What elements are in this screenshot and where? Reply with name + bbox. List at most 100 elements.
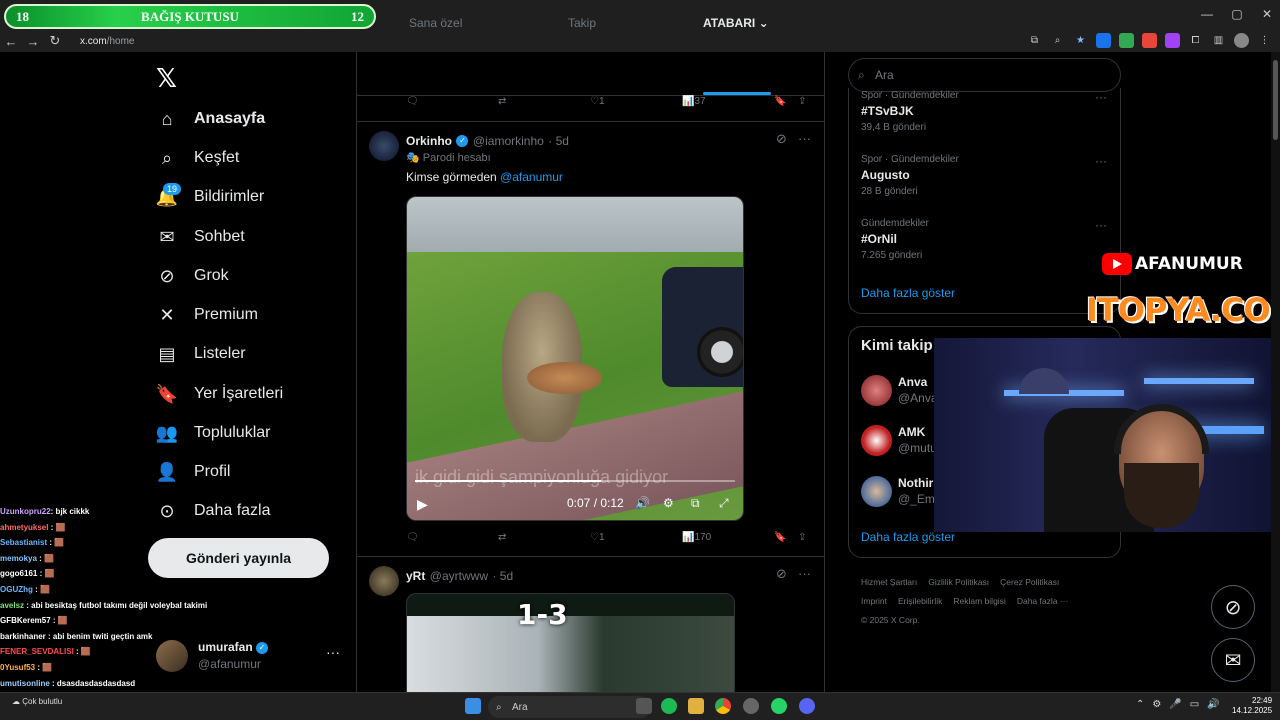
messages-fab-button[interactable]: ✉ — [1211, 638, 1255, 682]
mention-link[interactable]: @afanumur — [500, 170, 563, 184]
sidebar-item-home[interactable]: ⌂ Anasayfa — [156, 104, 266, 134]
reload-icon[interactable]: ↻ — [44, 33, 66, 49]
tab-atabari[interactable]: ATABARI ⌄ — [703, 16, 769, 30]
tab-for-you[interactable]: Sana özel — [409, 16, 462, 30]
extension-icon[interactable] — [1096, 33, 1111, 48]
reply-icon[interactable]: 🗨 — [406, 96, 419, 107]
minimize-icon[interactable]: — — [1192, 4, 1222, 24]
chrome-icon[interactable] — [715, 698, 731, 714]
extension-icon[interactable] — [1165, 33, 1180, 48]
whatsapp-icon[interactable] — [771, 698, 787, 714]
x-logo[interactable]: 𝕏 — [156, 63, 177, 94]
scrollbar[interactable] — [1271, 52, 1280, 692]
grok-fab-button[interactable]: ⊘ — [1211, 585, 1255, 629]
more-icon[interactable]: ··· — [798, 131, 811, 146]
sidebar-item-communities[interactable]: 👥 Topluluklar — [156, 418, 271, 448]
discord-icon[interactable] — [799, 698, 815, 714]
more-icon[interactable]: ··· — [798, 566, 811, 581]
settings-icon[interactable]: ⚙ — [663, 496, 674, 510]
trend-item[interactable]: Spor · Gündemdekiler #TSvBJK 39,4 B gönd… — [861, 90, 1111, 133]
post-author-handle[interactable]: @iamorkinho — [473, 134, 544, 148]
sidebar-item-lists[interactable]: ▤ Listeler — [156, 339, 245, 369]
footer-link[interactable]: Daha fazla ··· — [1017, 596, 1069, 606]
sidepanel-icon[interactable]: ▥ — [1211, 33, 1226, 48]
share-icon[interactable]: ⇪ — [798, 96, 806, 107]
footer-link[interactable]: Erişilebilirlik — [898, 596, 942, 606]
show-more-trends-link[interactable]: Daha fazla göster — [861, 286, 955, 300]
spotify-icon[interactable] — [661, 698, 677, 714]
search-input[interactable]: ⌕ Ara — [848, 58, 1121, 92]
avatar[interactable] — [369, 131, 399, 161]
maximize-icon[interactable]: ▢ — [1222, 4, 1252, 24]
post-author-name[interactable]: Orkinho — [406, 134, 452, 148]
post-author-handle[interactable]: @ayrtwww — [430, 569, 488, 583]
close-icon[interactable]: ✕ — [1252, 4, 1280, 24]
star-icon[interactable]: ★ — [1073, 33, 1088, 48]
trend-count: 7.265 gönderi — [861, 250, 923, 261]
play-icon[interactable]: ▶ — [417, 496, 428, 513]
more-icon[interactable]: ··· — [326, 644, 340, 660]
donation-title: BAĞIŞ KUTUSU — [141, 8, 239, 24]
views-button[interactable]: 📊 170 — [682, 532, 711, 543]
video-player[interactable]: ik gidi gidi şampiyonluğa gidiyor ▶ 0:07… — [406, 196, 744, 521]
sidebar-item-profile[interactable]: 👤 Profil — [156, 457, 231, 487]
like-button[interactable]: ♡ 1 — [590, 532, 605, 543]
trend-item[interactable]: Gündemdekiler #OrNil 7.265 gönderi ··· — [861, 218, 1111, 261]
menu-icon[interactable]: ⋮ — [1257, 33, 1272, 48]
pip-icon[interactable]: ⧉ — [691, 496, 700, 511]
forward-icon[interactable]: → — [22, 34, 44, 49]
volume-icon[interactable]: 🔊 — [635, 496, 650, 510]
task-view-icon[interactable] — [636, 698, 652, 714]
system-tray[interactable]: ⌃⚙🎤▭🔊 — [1136, 699, 1228, 710]
share-icon[interactable]: ⇪ — [798, 532, 806, 543]
avatar[interactable] — [369, 566, 399, 596]
extension-icon[interactable] — [1119, 33, 1134, 48]
bookmark-icon[interactable]: 🔖 — [774, 96, 786, 107]
taskbar-search[interactable]: ⌕ Ara — [488, 696, 651, 718]
clock[interactable]: 22:49 14.12.2025 — [1232, 696, 1272, 716]
scrollbar-thumb[interactable] — [1273, 60, 1278, 140]
puzzle-icon[interactable]: ⧠ — [1188, 33, 1203, 48]
app-icon[interactable] — [743, 698, 759, 714]
url-field[interactable]: x.com/home — [80, 36, 134, 47]
sidebar-item-grok[interactable]: ⊘ Grok — [156, 261, 228, 291]
folder-icon[interactable] — [688, 698, 704, 714]
grok-icon[interactable]: ⊘ — [776, 131, 787, 147]
search-icon: ⌕ — [858, 68, 865, 82]
reply-icon[interactable]: 🗨 — [406, 532, 419, 543]
back-icon[interactable]: ← — [0, 34, 22, 49]
bookmark-icon[interactable]: 🔖 — [774, 532, 786, 543]
grok-icon[interactable]: ⊘ — [776, 566, 787, 582]
extension-icon[interactable] — [1142, 33, 1157, 48]
zoom-icon[interactable]: ⌕ — [1050, 33, 1065, 48]
footer-link[interactable]: Gizlilik Politikası — [928, 577, 989, 587]
sidebar-item-bookmarks[interactable]: 🔖 Yer İşaretleri — [156, 379, 283, 409]
sidebar-item-messages[interactable]: ✉ Sohbet — [156, 222, 244, 252]
weather-widget[interactable]: ☁ Çok bulutlu — [12, 697, 62, 706]
post-media[interactable]: 1-3 — [406, 593, 735, 693]
start-icon[interactable] — [465, 698, 481, 714]
footer-link[interactable]: Çerez Politikası — [1000, 577, 1059, 587]
views-button[interactable]: 📊 37 — [682, 96, 706, 107]
more-icon[interactable]: ··· — [1095, 218, 1107, 232]
like-button[interactable]: ♡ 1 — [590, 96, 605, 107]
avatar[interactable] — [1234, 33, 1249, 48]
retweet-icon[interactable]: ⇄ — [498, 96, 506, 107]
cast-icon[interactable]: ⧉ — [1027, 33, 1042, 48]
retweet-icon[interactable]: ⇄ — [498, 532, 506, 543]
sidebar-item-premium[interactable]: ✕ Premium — [156, 300, 258, 330]
trend-item[interactable]: Spor · Gündemdekiler Augusto 28 B gönder… — [861, 154, 1111, 197]
post-author-name[interactable]: yRt — [406, 569, 425, 583]
video-progress-bar[interactable] — [415, 480, 735, 482]
tab-following[interactable]: Takip — [568, 16, 596, 30]
sidebar-item-explore[interactable]: ⌕ Keşfet — [156, 143, 239, 173]
more-icon[interactable]: ··· — [1095, 154, 1107, 168]
post-time[interactable]: · 5d — [548, 134, 569, 148]
fullscreen-icon[interactable]: ⤢ — [719, 496, 729, 511]
footer-link[interactable]: Reklam bilgisi — [953, 596, 1005, 606]
footer-link[interactable]: Hizmet Şartları — [861, 577, 917, 587]
show-more-follow-link[interactable]: Daha fazla göster — [861, 530, 955, 544]
more-icon[interactable]: ··· — [1095, 90, 1107, 104]
footer-link[interactable]: Imprint — [861, 596, 887, 606]
post-time[interactable]: · 5d — [492, 569, 513, 583]
